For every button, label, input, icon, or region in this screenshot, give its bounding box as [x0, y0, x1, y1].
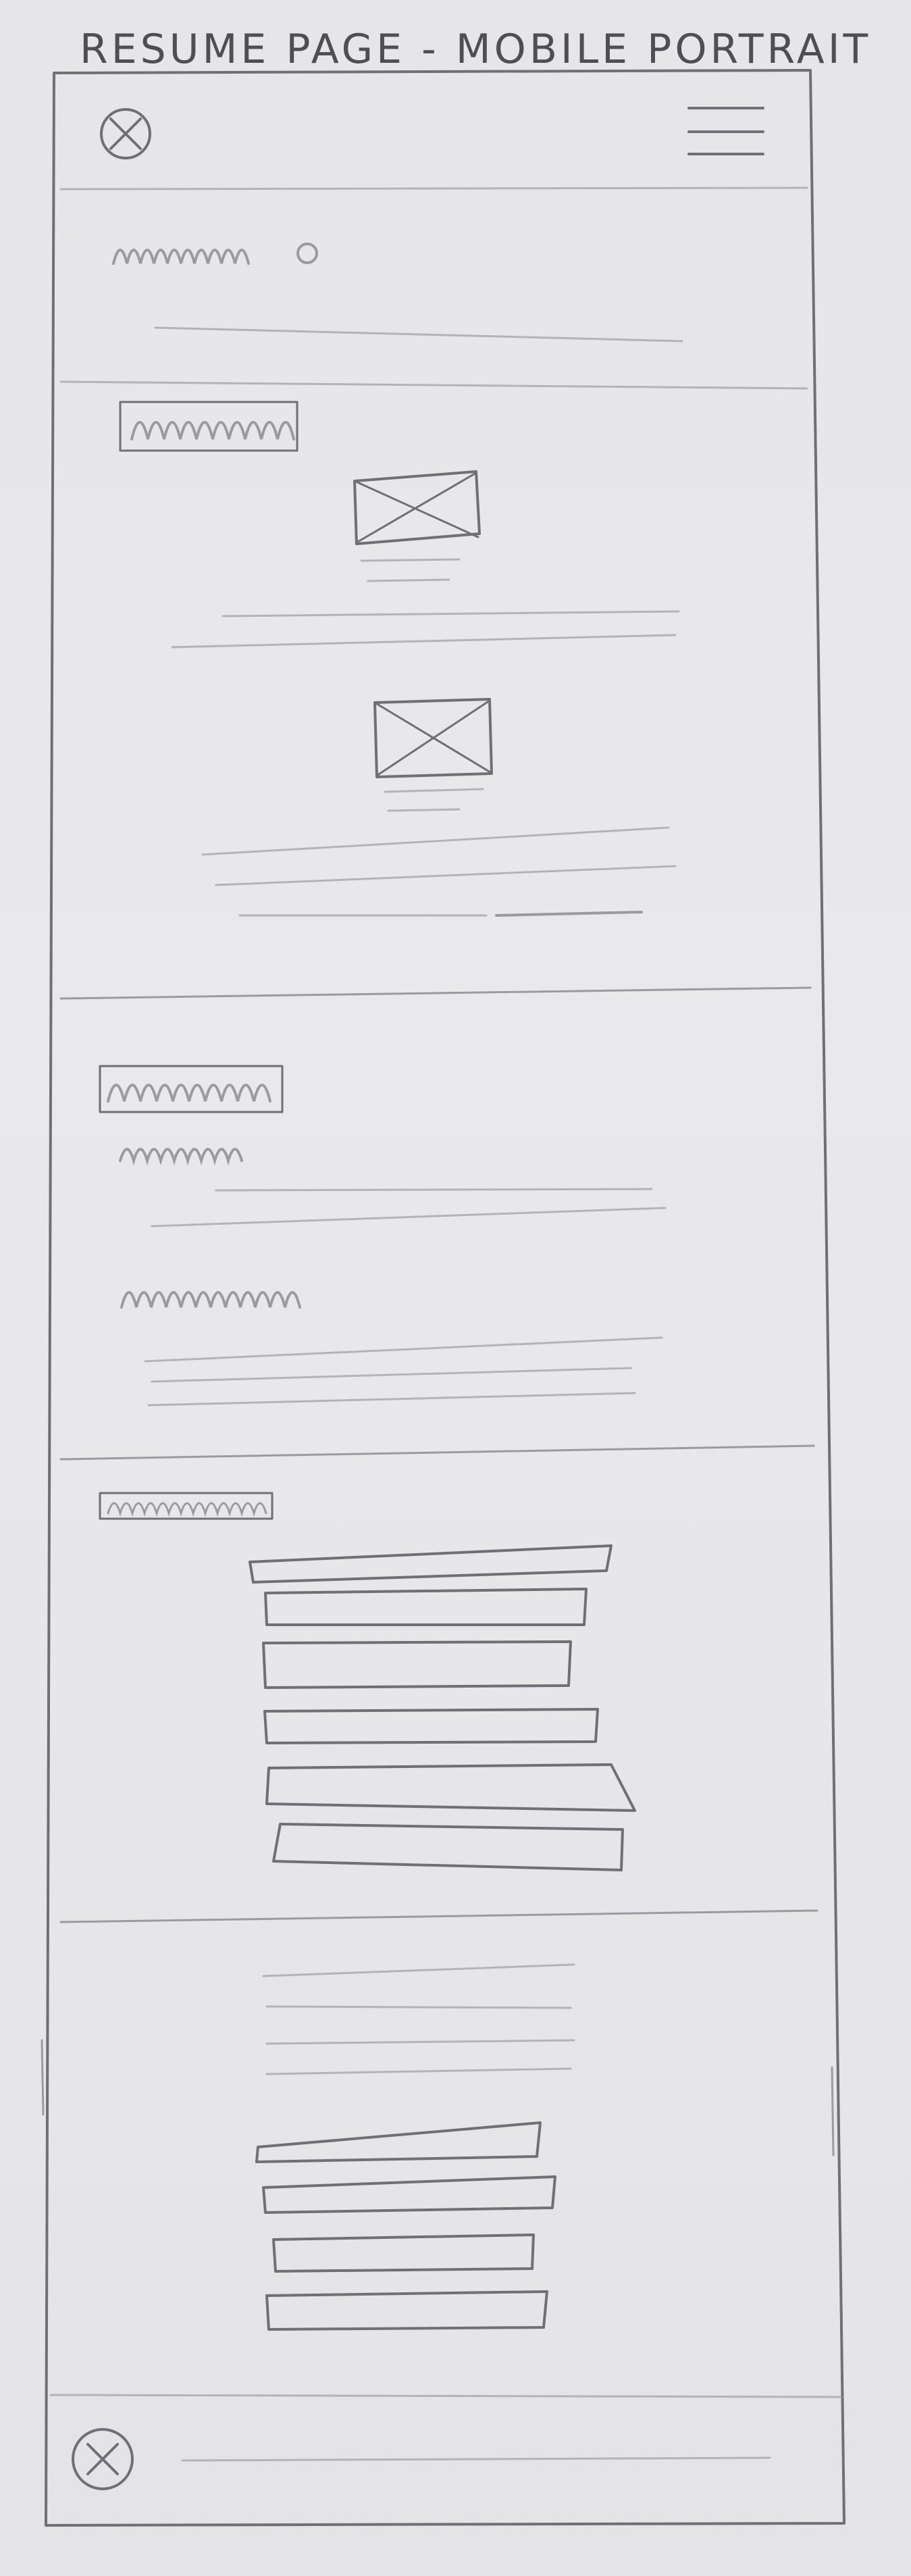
section-heading-scribble — [112, 249, 250, 265]
caption-line — [387, 808, 461, 812]
footer-text-line — [181, 2456, 771, 2462]
skill-bar — [264, 1588, 588, 1626]
text-line — [222, 610, 680, 617]
skill-bar — [265, 1763, 636, 1812]
hamburger-menu-icon[interactable] — [687, 107, 764, 155]
subheading-scribble — [119, 1148, 243, 1166]
caption-line — [367, 578, 450, 582]
section-heading-box — [99, 1492, 274, 1520]
contact-bar — [272, 2233, 535, 2273]
header-divider — [59, 186, 808, 191]
footer-divider — [49, 2394, 842, 2398]
section-experience — [59, 1065, 815, 1461]
skill-bar — [272, 1823, 624, 1871]
image-placeholder — [373, 698, 493, 778]
section-divider — [59, 986, 812, 1000]
section-divider — [59, 1444, 815, 1461]
subheading-scribble — [120, 1291, 301, 1309]
link-line[interactable] — [495, 911, 643, 917]
text-line — [154, 326, 683, 343]
skill-bar — [263, 1708, 599, 1744]
section-contact — [255, 1963, 575, 2331]
text-line — [171, 634, 677, 649]
caption-line — [384, 788, 484, 793]
footer-logo-icon[interactable] — [72, 2428, 134, 2490]
contact-bar — [262, 2175, 556, 2214]
text-line — [201, 826, 670, 856]
contact-bar — [255, 2121, 542, 2163]
skill-bar — [249, 1544, 613, 1584]
image-placeholder — [353, 470, 481, 545]
section-intro — [59, 243, 808, 390]
skill-bar — [262, 1640, 572, 1689]
section-skills — [59, 1492, 818, 1923]
text-line — [215, 865, 677, 886]
wireframe-sketch — [41, 69, 845, 2527]
section-divider — [59, 1909, 818, 1923]
caption-line — [360, 558, 461, 562]
logo-icon[interactable] — [100, 108, 151, 159]
section-projects — [59, 401, 812, 1000]
section-divider — [59, 380, 808, 390]
contact-bar — [265, 2290, 548, 2331]
header-bar — [59, 107, 808, 191]
footer-bar — [49, 2394, 842, 2490]
